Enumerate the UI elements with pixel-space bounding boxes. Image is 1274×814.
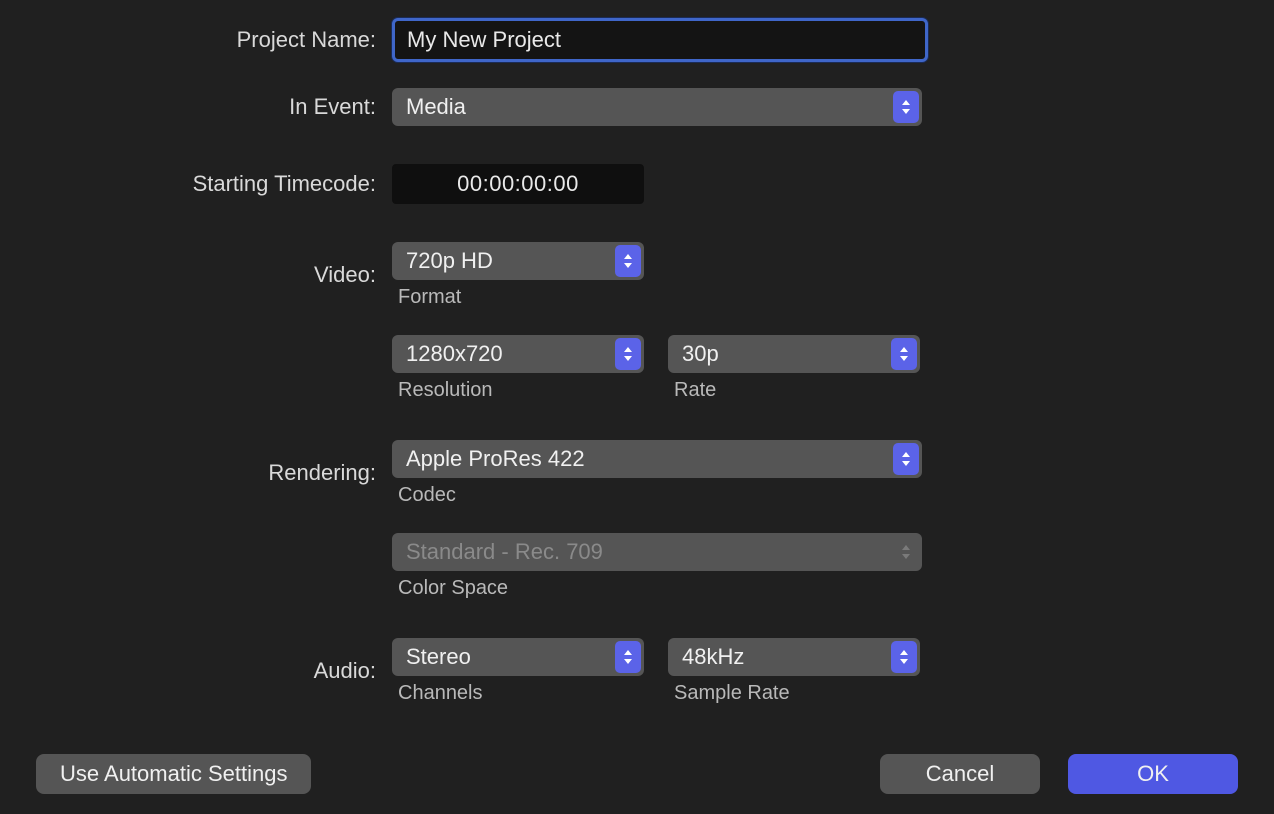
- render-codec-sublabel: Codec: [392, 484, 922, 507]
- audio-channels-sublabel: Channels: [392, 682, 644, 705]
- in-event-select[interactable]: Media: [392, 88, 922, 126]
- in-event-value: Media: [406, 94, 466, 120]
- updown-icon: [891, 641, 917, 673]
- video-rate-select[interactable]: 30p: [668, 335, 920, 373]
- rendering-label: Rendering:: [0, 460, 392, 486]
- audio-sample-rate-sublabel: Sample Rate: [668, 682, 920, 705]
- video-resolution-sublabel: Resolution: [392, 379, 644, 402]
- audio-label: Audio:: [0, 658, 392, 684]
- video-label: Video:: [0, 262, 392, 288]
- audio-channels-select[interactable]: Stereo: [392, 638, 644, 676]
- audio-channels-value: Stereo: [406, 644, 471, 670]
- cancel-button[interactable]: Cancel: [880, 754, 1040, 794]
- updown-icon: [893, 536, 919, 568]
- updown-icon: [893, 91, 919, 123]
- render-codec-select[interactable]: Apple ProRes 422: [392, 440, 922, 478]
- color-space-value: Standard - Rec. 709: [406, 539, 603, 565]
- video-format-sublabel: Format: [392, 286, 644, 309]
- video-rate-value: 30p: [682, 341, 719, 367]
- updown-icon: [615, 641, 641, 673]
- in-event-label: In Event:: [0, 94, 392, 120]
- updown-icon: [615, 338, 641, 370]
- project-name-input[interactable]: [392, 18, 928, 62]
- project-name-label: Project Name:: [0, 27, 392, 53]
- starting-timecode-input[interactable]: [392, 164, 644, 204]
- color-space-select: Standard - Rec. 709: [392, 533, 922, 571]
- video-resolution-value: 1280x720: [406, 341, 503, 367]
- audio-sample-rate-select[interactable]: 48kHz: [668, 638, 920, 676]
- video-rate-sublabel: Rate: [668, 379, 920, 402]
- audio-sample-rate-value: 48kHz: [682, 644, 744, 670]
- color-space-sublabel: Color Space: [392, 577, 922, 600]
- updown-icon: [893, 443, 919, 475]
- use-automatic-settings-button[interactable]: Use Automatic Settings: [36, 754, 311, 794]
- render-codec-value: Apple ProRes 422: [406, 446, 585, 472]
- video-format-select[interactable]: 720p HD: [392, 242, 644, 280]
- video-resolution-select[interactable]: 1280x720: [392, 335, 644, 373]
- updown-icon: [615, 245, 641, 277]
- updown-icon: [891, 338, 917, 370]
- video-format-value: 720p HD: [406, 248, 493, 274]
- ok-button[interactable]: OK: [1068, 754, 1238, 794]
- starting-timecode-label: Starting Timecode:: [0, 171, 392, 197]
